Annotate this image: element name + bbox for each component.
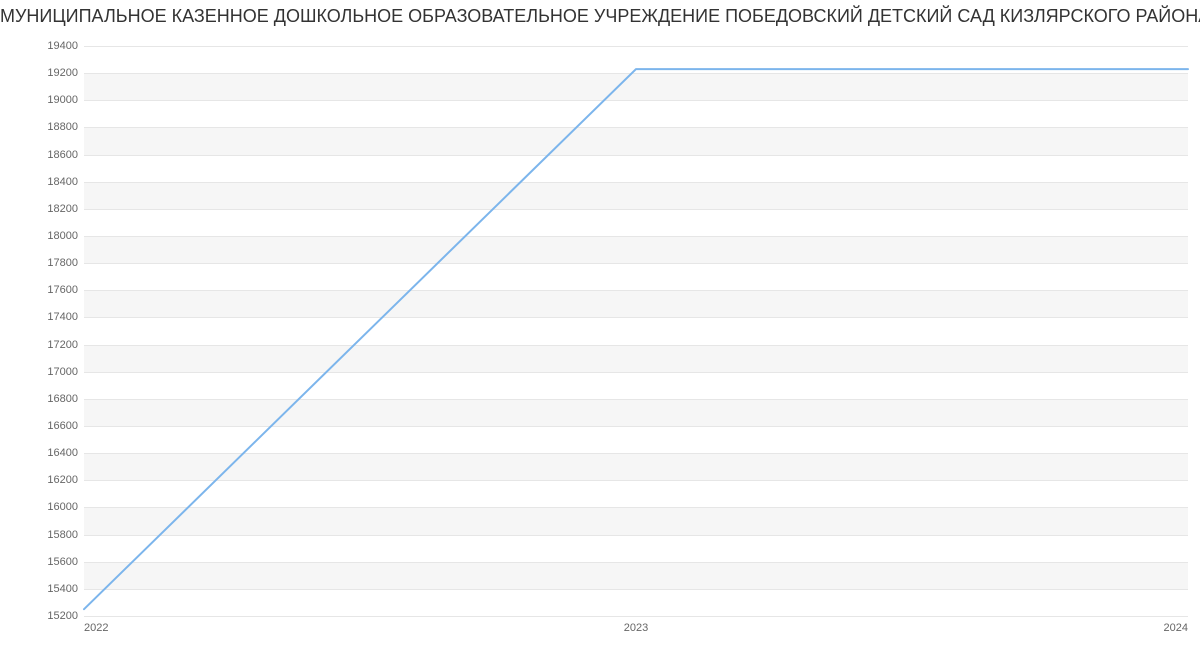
y-tick-label: 17800 <box>8 257 78 269</box>
y-tick-label: 16400 <box>8 447 78 459</box>
y-tick-label: 19400 <box>8 40 78 52</box>
y-tick-label: 15800 <box>8 529 78 541</box>
y-tick-label: 17400 <box>8 311 78 323</box>
y-tick-label: 18600 <box>8 149 78 161</box>
plot-area[interactable] <box>84 46 1188 617</box>
gridline <box>84 616 1188 617</box>
chart-title: МУНИЦИПАЛЬНОЕ КАЗЕННОЕ ДОШКОЛЬНОЕ ОБРАЗО… <box>0 6 1200 27</box>
x-tick-label: 2023 <box>624 622 648 634</box>
y-tick-label: 19200 <box>8 67 78 79</box>
y-tick-label: 16000 <box>8 501 78 513</box>
y-tick-label: 17600 <box>8 284 78 296</box>
y-tick-label: 15600 <box>8 556 78 568</box>
y-tick-label: 18200 <box>8 203 78 215</box>
series-line <box>84 46 1188 616</box>
x-tick-label: 2024 <box>1164 622 1188 634</box>
y-tick-label: 18800 <box>8 121 78 133</box>
y-tick-label: 17200 <box>8 339 78 351</box>
y-tick-label: 15400 <box>8 583 78 595</box>
y-tick-label: 18000 <box>8 230 78 242</box>
line-chart: МУНИЦИПАЛЬНОЕ КАЗЕННОЕ ДОШКОЛЬНОЕ ОБРАЗО… <box>0 0 1200 650</box>
x-tick-label: 2022 <box>84 622 108 634</box>
y-tick-label: 16200 <box>8 474 78 486</box>
y-tick-label: 16600 <box>8 420 78 432</box>
y-tick-label: 15200 <box>8 610 78 622</box>
y-tick-label: 18400 <box>8 176 78 188</box>
y-tick-label: 16800 <box>8 393 78 405</box>
y-tick-label: 19000 <box>8 94 78 106</box>
y-tick-label: 17000 <box>8 366 78 378</box>
